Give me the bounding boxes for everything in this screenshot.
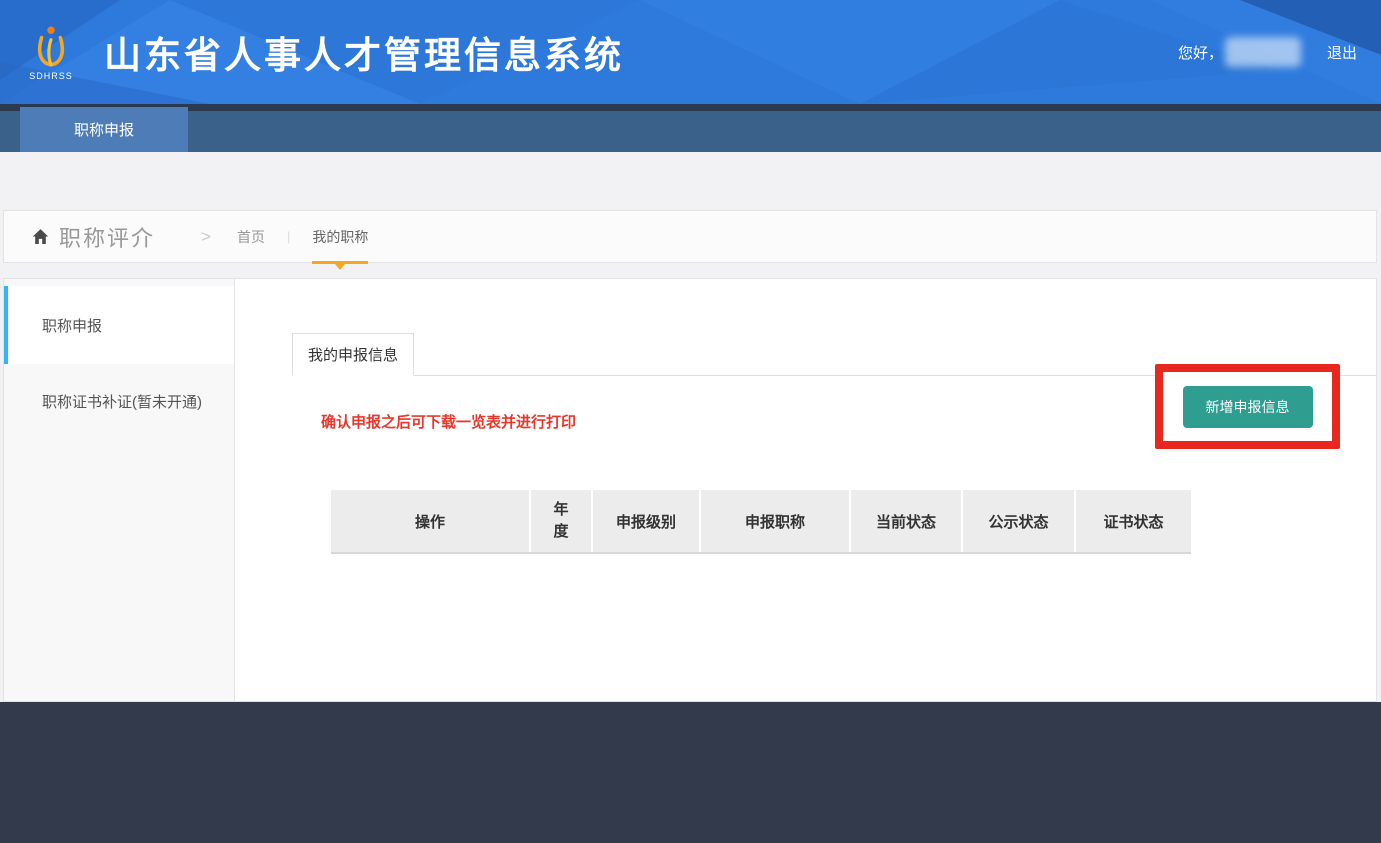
logo-icon [29,24,73,70]
breadcrumb: 职称评介 > 首页 | 我的职称 [3,210,1377,263]
spacer [0,152,1381,210]
logo-text: SDHRSS [29,71,73,81]
top-navbar: 职称申报 [0,104,1381,152]
app-header: SDHRSS 山东省人事人才管理信息系统 您好， 退出 [0,0,1381,104]
sidebar-item-title-declaration[interactable]: 职称申报 [4,286,234,364]
col-header-label: 公示状态 [988,511,1048,532]
col-header-label: 当前状态 [876,511,936,532]
col-header-label: 证书状态 [1103,511,1163,532]
declarations-table: 操作 年度 申报级别 申报职称 当前状态 公示状态 证书状态 [331,490,1191,554]
breadcrumb-my-titles[interactable]: 我的职称 [312,227,368,247]
col-header-label: 年度 [552,499,570,543]
sidebar-item-certificate-reissue[interactable]: 职称证书补证(暂未开通) [4,364,234,438]
col-header-declared-level: 申报级别 [593,490,701,552]
col-header-publicity-status: 公示状态 [963,490,1076,552]
spacer [0,263,1381,278]
user-name-redacted [1225,37,1301,67]
greeting-label: 您好， [1178,42,1223,63]
col-header-certificate-status: 证书状态 [1076,490,1191,552]
main-area: 职称申报 职称证书补证(暂未开通) 我的申报信息 确认申报之后可下载一览表并进行… [3,278,1377,702]
sidebar-item-label: 职称证书补证(暂未开通) [42,391,202,412]
col-header-operation: 操作 [331,490,531,552]
col-header-label: 申报级别 [616,511,676,532]
table-header-row: 操作 年度 申报级别 申报职称 当前状态 公示状态 证书状态 [331,490,1191,554]
section-title: 职称评介 [59,221,155,253]
col-header-year: 年度 [531,490,593,552]
highlight-annotation-box: 新增申报信息 [1155,364,1340,449]
tab-my-declaration-info[interactable]: 我的申报信息 [292,333,414,376]
sidebar: 职称申报 职称证书补证(暂未开通) [4,279,235,701]
app-title: 山东省人事人才管理信息系统 [104,25,624,79]
sidebar-item-label: 职称申报 [42,315,102,336]
chevron-right-icon: > [201,227,211,247]
add-declaration-button[interactable]: 新增申报信息 [1183,386,1313,428]
active-crumb-marker [312,261,368,264]
col-header-label: 申报职称 [745,511,805,532]
logout-button[interactable]: 退出 [1327,42,1357,63]
breadcrumb-separator: | [287,229,290,244]
page-footer [0,702,1381,843]
content-pane: 我的申报信息 确认申报之后可下载一览表并进行打印 新增申报信息 操作 年度 申报… [235,279,1376,701]
col-header-declared-title: 申报职称 [701,490,851,552]
breadcrumb-my-titles-label: 我的职称 [312,229,368,245]
app-logo: SDHRSS [22,24,80,81]
notice-text: 确认申报之后可下载一览表并进行打印 [321,411,576,432]
home-icon [32,228,49,245]
col-header-current-status: 当前状态 [851,490,963,552]
nav-tab-title-declaration[interactable]: 职称申报 [20,107,188,152]
breadcrumb-home[interactable]: 首页 [237,227,265,247]
col-header-label: 操作 [415,511,445,532]
